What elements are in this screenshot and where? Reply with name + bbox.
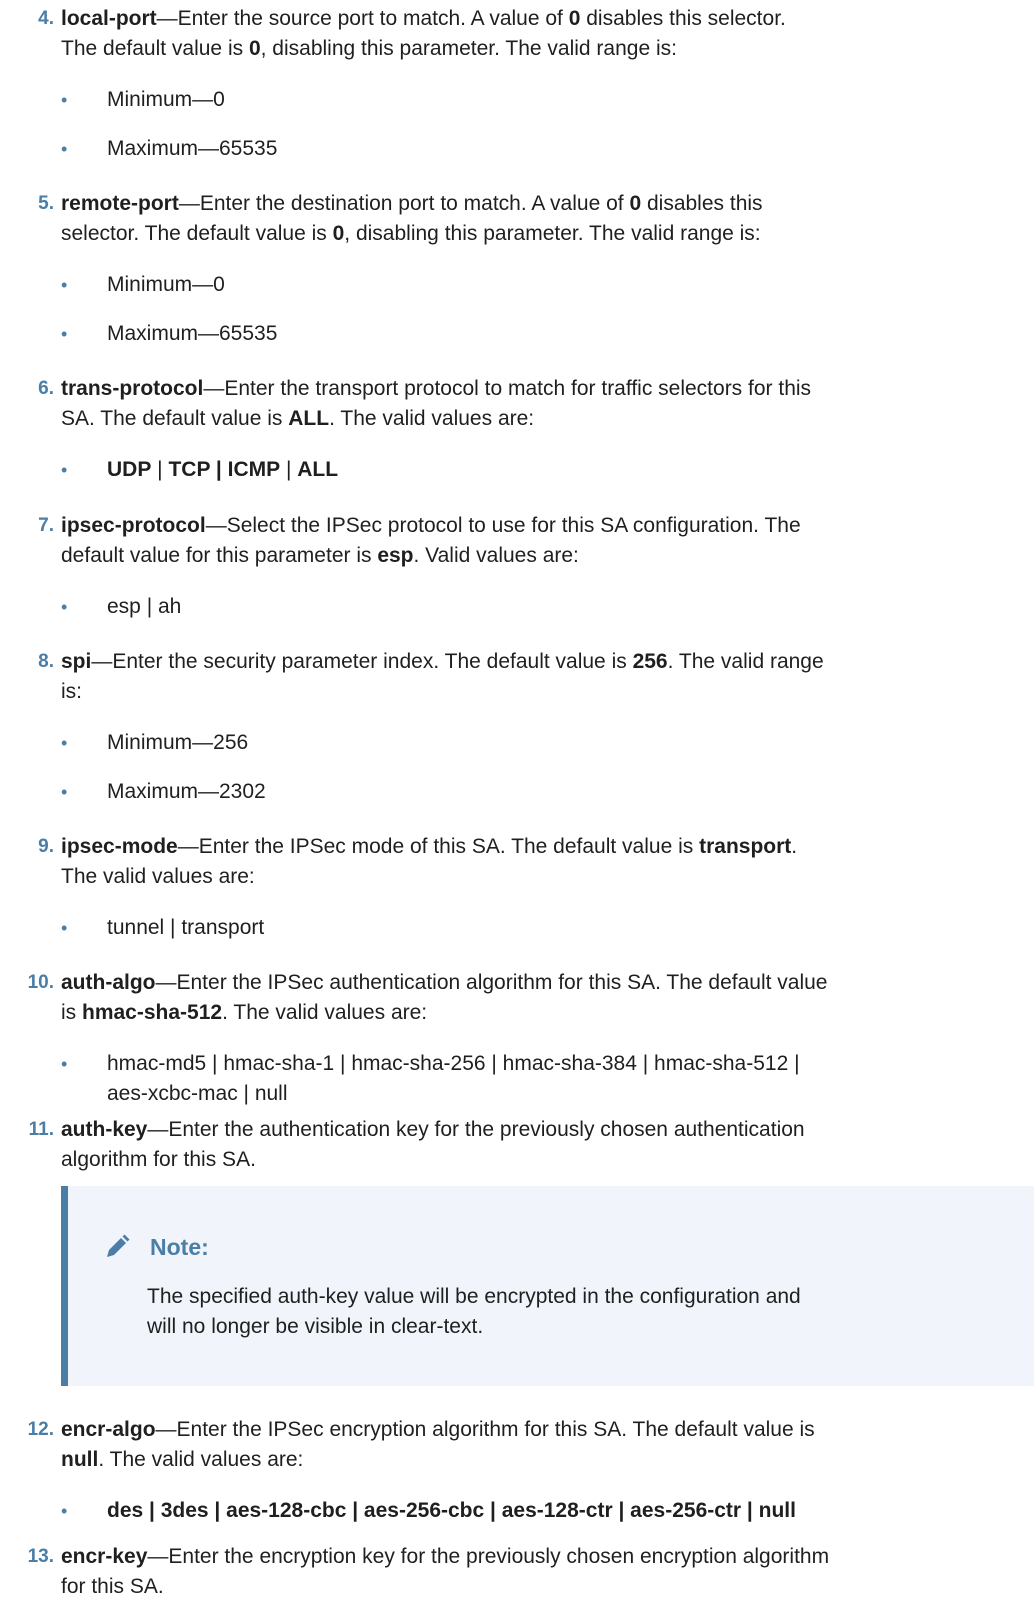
bullet-icon: • bbox=[61, 139, 68, 159]
step-number: 11. bbox=[28, 1119, 54, 1140]
step-number: 12. bbox=[27, 1419, 54, 1440]
parameter-name: local-port bbox=[61, 7, 157, 30]
step-description-line: for this SA. bbox=[61, 1575, 164, 1598]
step-description-line: The default value is 0, disabling this p… bbox=[61, 37, 677, 60]
step-description-line: encr-key—Enter the encryption key for th… bbox=[61, 1545, 830, 1568]
step-description-line: auth-algo—Enter the IPSec authentication… bbox=[61, 971, 828, 994]
step-description-line: local-port—Enter the source port to matc… bbox=[61, 7, 786, 30]
parameter-name: auth-key bbox=[61, 1118, 148, 1141]
step-description-line: spi—Enter the security parameter index. … bbox=[61, 650, 824, 673]
parameter-name: encr-algo bbox=[61, 1418, 156, 1441]
step-number: 10. bbox=[27, 972, 54, 993]
step-number: 8. bbox=[38, 651, 54, 672]
step-number: 6. bbox=[38, 378, 54, 399]
note-text: The specified auth-key value will be enc… bbox=[147, 1285, 801, 1338]
parameter-name: ipsec-mode bbox=[61, 835, 178, 858]
bullet-icon: • bbox=[61, 733, 68, 753]
parameter-name: spi bbox=[61, 650, 92, 673]
bullet-icon: • bbox=[61, 90, 68, 110]
step-number: 4. bbox=[38, 8, 54, 29]
parameter-name: ipsec-protocol bbox=[61, 514, 206, 537]
bullet-icon: • bbox=[61, 1501, 68, 1521]
parameter-name: encr-key bbox=[61, 1545, 148, 1568]
bullet-icon: • bbox=[61, 324, 68, 344]
bullet-icon: • bbox=[61, 460, 68, 480]
step-description-line: ipsec-mode—Enter the IPSec mode of this … bbox=[61, 835, 798, 858]
step-description-line: SA. The default value is ALL. The valid … bbox=[61, 407, 535, 430]
step-description-line: null. The valid values are: bbox=[61, 1448, 304, 1471]
step-description-line: auth-key—Enter the authentication key fo… bbox=[61, 1118, 805, 1141]
step-number: 7. bbox=[38, 515, 54, 536]
parameter-name: trans-protocol bbox=[61, 377, 204, 400]
step-description-line: ipsec-protocol—Select the IPSec protocol… bbox=[61, 514, 801, 537]
bullet-icon: • bbox=[61, 275, 68, 295]
step-description-line: selector. The default value is 0, disabl… bbox=[61, 222, 761, 245]
step-description-line: algorithm for this SA. bbox=[61, 1148, 256, 1171]
step-description-line: is: bbox=[61, 680, 82, 703]
bullet-icon: • bbox=[61, 597, 68, 617]
step-description-line: remote-port—Enter the destination port t… bbox=[61, 192, 763, 215]
bullet-icon: • bbox=[61, 782, 68, 802]
step-description-line: trans-protocol—Enter the transport proto… bbox=[61, 377, 812, 400]
note-callout: Note: The specified auth-key value will … bbox=[61, 1186, 1034, 1386]
note-title: Note: bbox=[150, 1234, 209, 1260]
bullet-icon: • bbox=[61, 1054, 68, 1074]
parameter-name: auth-algo bbox=[61, 971, 156, 994]
step-description-line: default value for this parameter is esp.… bbox=[61, 544, 579, 567]
step-description-line: The valid values are: bbox=[61, 865, 255, 888]
pencil-icon bbox=[107, 1234, 130, 1257]
step-number: 5. bbox=[38, 193, 54, 214]
bullet-icon: • bbox=[61, 918, 68, 938]
step-description-line: is hmac-sha-512. The valid values are: bbox=[61, 1001, 428, 1024]
step-description-line: encr-algo—Enter the IPSec encryption alg… bbox=[61, 1418, 815, 1441]
step-number: 9. bbox=[38, 836, 54, 857]
parameter-name: remote-port bbox=[61, 192, 179, 215]
step-number: 13. bbox=[27, 1546, 54, 1567]
